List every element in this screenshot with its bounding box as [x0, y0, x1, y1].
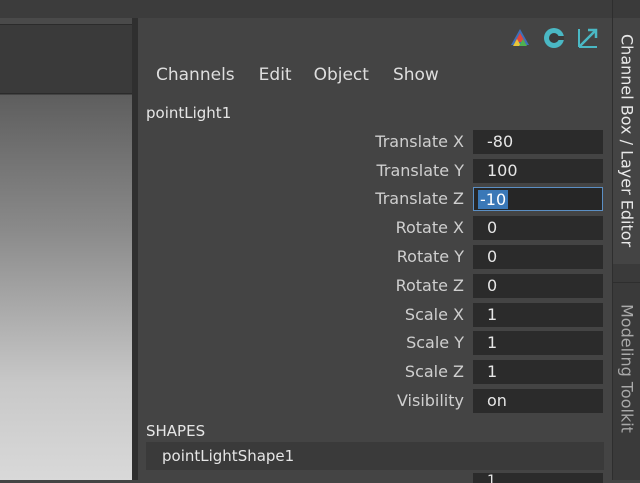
panel-icons: [508, 26, 600, 50]
attr-label[interactable]: Rotate Z: [396, 276, 464, 295]
attr-value-field[interactable]: -80: [473, 130, 603, 154]
channel-box-menu: Channels Edit Object Show: [156, 65, 463, 85]
attr-label[interactable]: Translate Z: [375, 189, 464, 208]
attr-value-field[interactable]: on: [473, 389, 603, 413]
shapes-section-title: SHAPES: [146, 422, 206, 440]
attr-label[interactable]: Translate Y: [376, 161, 464, 180]
attr-value-field[interactable]: 0: [473, 274, 603, 298]
attr-row-rotate-y: Rotate Y 0: [138, 243, 612, 271]
attr-row-translate-z: Translate Z -10: [138, 185, 612, 213]
menu-edit[interactable]: Edit: [259, 65, 292, 85]
shape-attr-value-field[interactable]: 1: [473, 473, 603, 483]
panel-top-strip: [138, 0, 612, 18]
attr-value-field[interactable]: 0: [473, 245, 603, 269]
attr-row-visibility: Visibility on: [138, 387, 612, 415]
viewport[interactable]: [0, 95, 132, 480]
attr-value-field-active[interactable]: -10: [473, 187, 603, 211]
attr-row-scale-z: Scale Z 1: [138, 358, 612, 386]
attr-row-translate-y: Translate Y 100: [138, 157, 612, 185]
attr-value-field[interactable]: 1: [473, 331, 603, 355]
menu-show[interactable]: Show: [393, 65, 439, 85]
channel-box-panel: Channels Edit Object Show pointLight1 Tr…: [138, 18, 612, 483]
menu-channels[interactable]: Channels: [156, 65, 235, 85]
attr-value-field[interactable]: 1: [473, 360, 603, 384]
attr-label[interactable]: Visibility: [397, 391, 464, 410]
attr-label[interactable]: Rotate Y: [397, 247, 464, 266]
shape-node-row[interactable]: pointLightShape1: [146, 442, 604, 470]
attr-label[interactable]: Scale Z: [405, 362, 464, 381]
attr-row-translate-x: Translate X -80: [138, 128, 612, 156]
side-tab-bar: Channel Box / Layer Editor Modeling Tool…: [612, 0, 640, 480]
attr-value-field[interactable]: 100: [473, 159, 603, 183]
tab-label: Channel Box / Layer Editor: [617, 34, 637, 248]
attr-row-rotate-z: Rotate Z 0: [138, 272, 612, 300]
viewport-title-bar: [0, 0, 138, 18]
node-name[interactable]: pointLight1: [146, 104, 231, 122]
attr-row-scale-x: Scale X 1: [138, 301, 612, 329]
tab-channel-box-layer-editor[interactable]: Channel Box / Layer Editor: [613, 18, 640, 264]
tab-modeling-toolkit[interactable]: Modeling Toolkit: [613, 282, 640, 453]
menu-object[interactable]: Object: [314, 65, 369, 85]
attr-value-field[interactable]: 0: [473, 216, 603, 240]
attr-label[interactable]: Scale Y: [406, 333, 464, 352]
attr-label[interactable]: Rotate X: [396, 218, 464, 237]
tab-label: Modeling Toolkit: [617, 303, 637, 433]
shape-node-name[interactable]: pointLightShape1: [162, 447, 294, 465]
tool-settings-icon[interactable]: [508, 26, 532, 50]
channel-box-icon[interactable]: [576, 26, 600, 50]
attr-row-rotate-x: Rotate X 0: [138, 214, 612, 242]
viewport-toolbar-panel: [0, 24, 133, 94]
attribute-editor-icon[interactable]: [542, 26, 566, 50]
attr-label[interactable]: Scale X: [405, 305, 464, 324]
attr-row-scale-y: Scale Y 1: [138, 329, 612, 357]
attr-label[interactable]: Translate X: [375, 132, 464, 151]
attr-value-field[interactable]: 1: [473, 303, 603, 327]
selected-text[interactable]: -10: [478, 190, 509, 209]
